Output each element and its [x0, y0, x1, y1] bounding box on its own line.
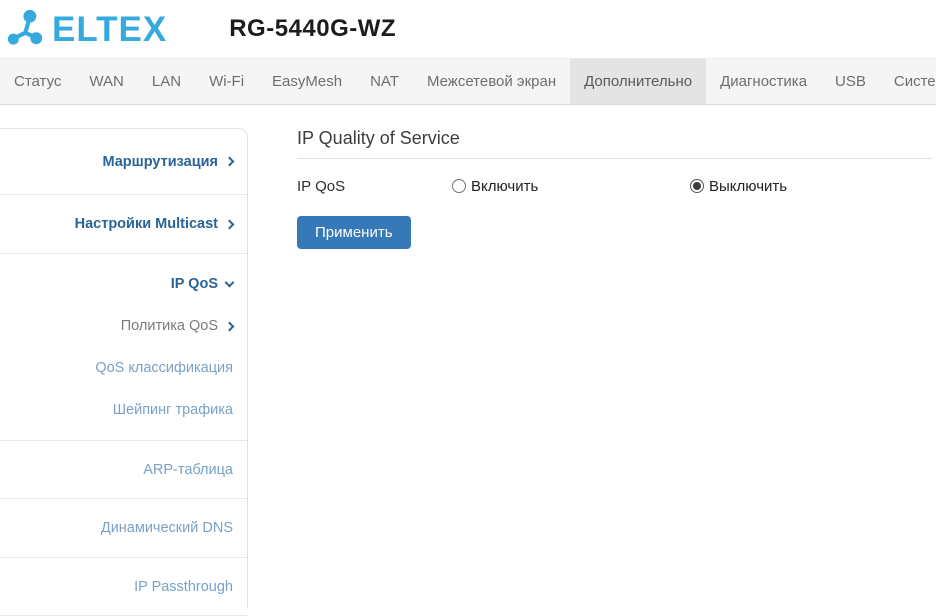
chevron-right-icon — [224, 219, 235, 229]
sidebar-item-multicast[interactable]: Настройки Multicast — [0, 195, 247, 254]
main-content: IP Quality of Service IP QoS Включить Вы… — [248, 105, 936, 608]
sidebar-item-label: IP Passthrough — [134, 578, 233, 595]
sidebar-item-arp-table[interactable]: ARP-таблица — [0, 441, 247, 499]
sidebar-item-label: Политика QoS — [120, 318, 218, 334]
tab-wan[interactable]: WAN — [75, 59, 137, 104]
sidebar-item-label: Динамический DNS — [100, 520, 233, 536]
content-layout: Маршрутизация Настройки Multicast IP QoS… — [0, 105, 936, 616]
sidebar-item-label: Настройки Multicast — [74, 216, 218, 232]
tab-easymesh[interactable]: EasyMesh — [258, 59, 356, 104]
radio-option-enable[interactable]: Включить — [452, 178, 690, 195]
radio-option-label: Выключить — [709, 177, 788, 195]
sidebar-item-label: ARP-таблица — [143, 461, 233, 478]
tab-status[interactable]: Статус — [0, 59, 75, 104]
sidebar-group-ip-qos: IP QoS Политика QoS QoS классификация Ше… — [0, 254, 247, 441]
tab-diagnostics[interactable]: Диагностика — [706, 59, 821, 104]
tab-wifi[interactable]: Wi-Fi — [195, 59, 258, 104]
tab-nat[interactable]: NAT — [356, 59, 413, 104]
page-title: IP Quality of Service — [297, 128, 932, 159]
device-model-title: RG-5440G-WZ — [229, 15, 397, 42]
app-header: ELTEX RG-5440G-WZ — [0, 0, 936, 58]
sidebar: Маршрутизация Настройки Multicast IP QoS… — [0, 128, 248, 616]
eltex-molecule-icon — [7, 9, 43, 45]
sidebar-item-qos-classification[interactable]: QoS классификация — [0, 347, 247, 389]
top-navigation: Статус WAN LAN Wi-Fi EasyMesh NAT Межсет… — [0, 58, 936, 105]
sidebar-item-ip-passthrough[interactable]: IP Passthrough — [0, 558, 247, 616]
radio-option-disable[interactable]: Выключить — [690, 178, 787, 195]
sidebar-item-label: QoS классификация — [95, 360, 233, 376]
sidebar-item-label: Шейпинг трафика — [112, 402, 233, 418]
eltex-logo: ELTEX — [6, 5, 167, 53]
sidebar-item-label: IP QoS — [170, 276, 218, 292]
ip-qos-setting-row: IP QoS Включить Выключить — [297, 172, 936, 200]
radio-checked-icon[interactable] — [690, 179, 704, 193]
tab-usb[interactable]: USB — [821, 59, 880, 104]
sidebar-item-label: Маршрутизация — [102, 153, 218, 170]
apply-button[interactable]: Применить — [297, 216, 411, 249]
radio-unchecked-icon[interactable] — [452, 179, 466, 193]
brand-wordmark: ELTEX — [52, 9, 168, 49]
chevron-right-icon — [224, 321, 235, 331]
ip-qos-label: IP QoS — [297, 177, 346, 195]
tab-lan[interactable]: LAN — [138, 59, 195, 104]
sidebar-item-dynamic-dns[interactable]: Динамический DNS — [0, 499, 247, 558]
tab-system[interactable]: Система — [880, 59, 936, 104]
chevron-down-icon — [224, 277, 235, 287]
tab-advanced[interactable]: Дополнительно — [570, 59, 707, 104]
radio-option-label: Включить — [471, 177, 539, 195]
sidebar-item-routing[interactable]: Маршрутизация — [0, 129, 247, 195]
sidebar-item-traffic-shaping[interactable]: Шейпинг трафика — [0, 389, 247, 431]
sidebar-item-ip-qos[interactable]: IP QoS — [0, 263, 247, 305]
chevron-right-icon — [224, 156, 235, 167]
tab-firewall[interactable]: Межсетевой экран — [413, 59, 570, 104]
sidebar-item-qos-policy[interactable]: Политика QoS — [0, 305, 247, 347]
